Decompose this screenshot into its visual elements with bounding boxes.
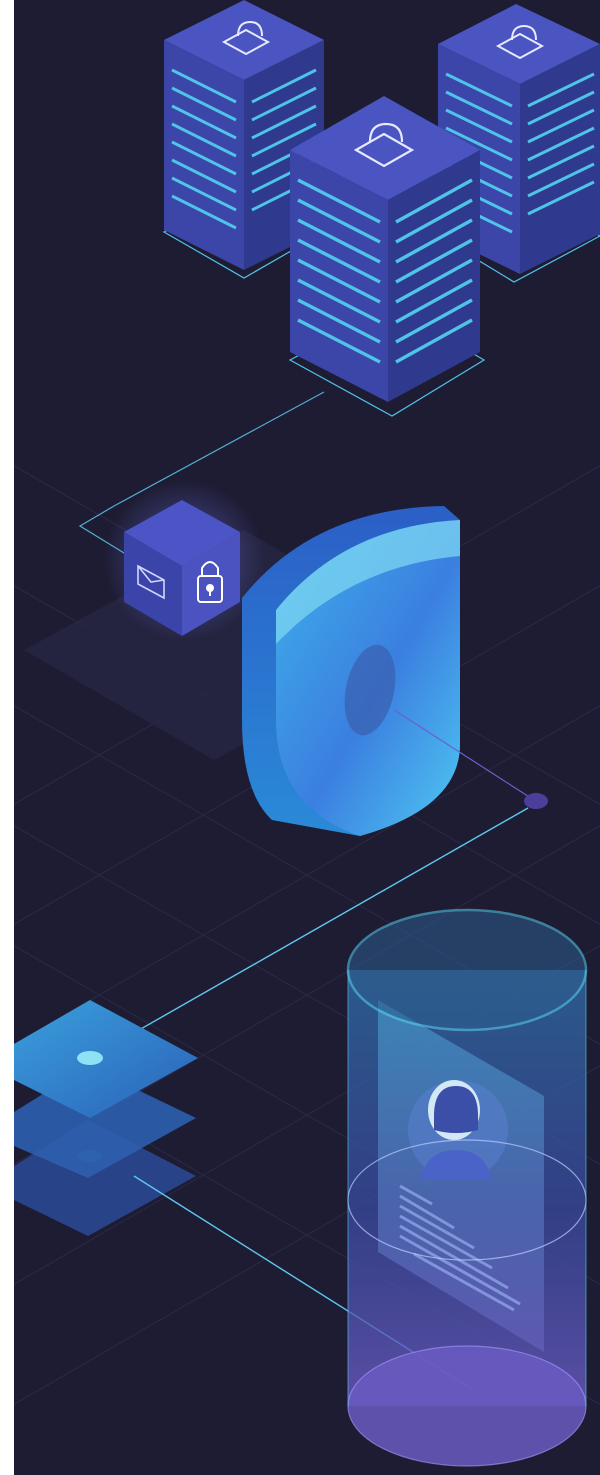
connector-node bbox=[524, 793, 548, 809]
encrypted-message-cube bbox=[104, 480, 264, 640]
security-illustration bbox=[14, 0, 600, 1475]
illustration-canvas bbox=[0, 0, 600, 1475]
identity-database-cylinder bbox=[346, 908, 588, 1467]
security-illustration-panel bbox=[14, 0, 600, 1475]
